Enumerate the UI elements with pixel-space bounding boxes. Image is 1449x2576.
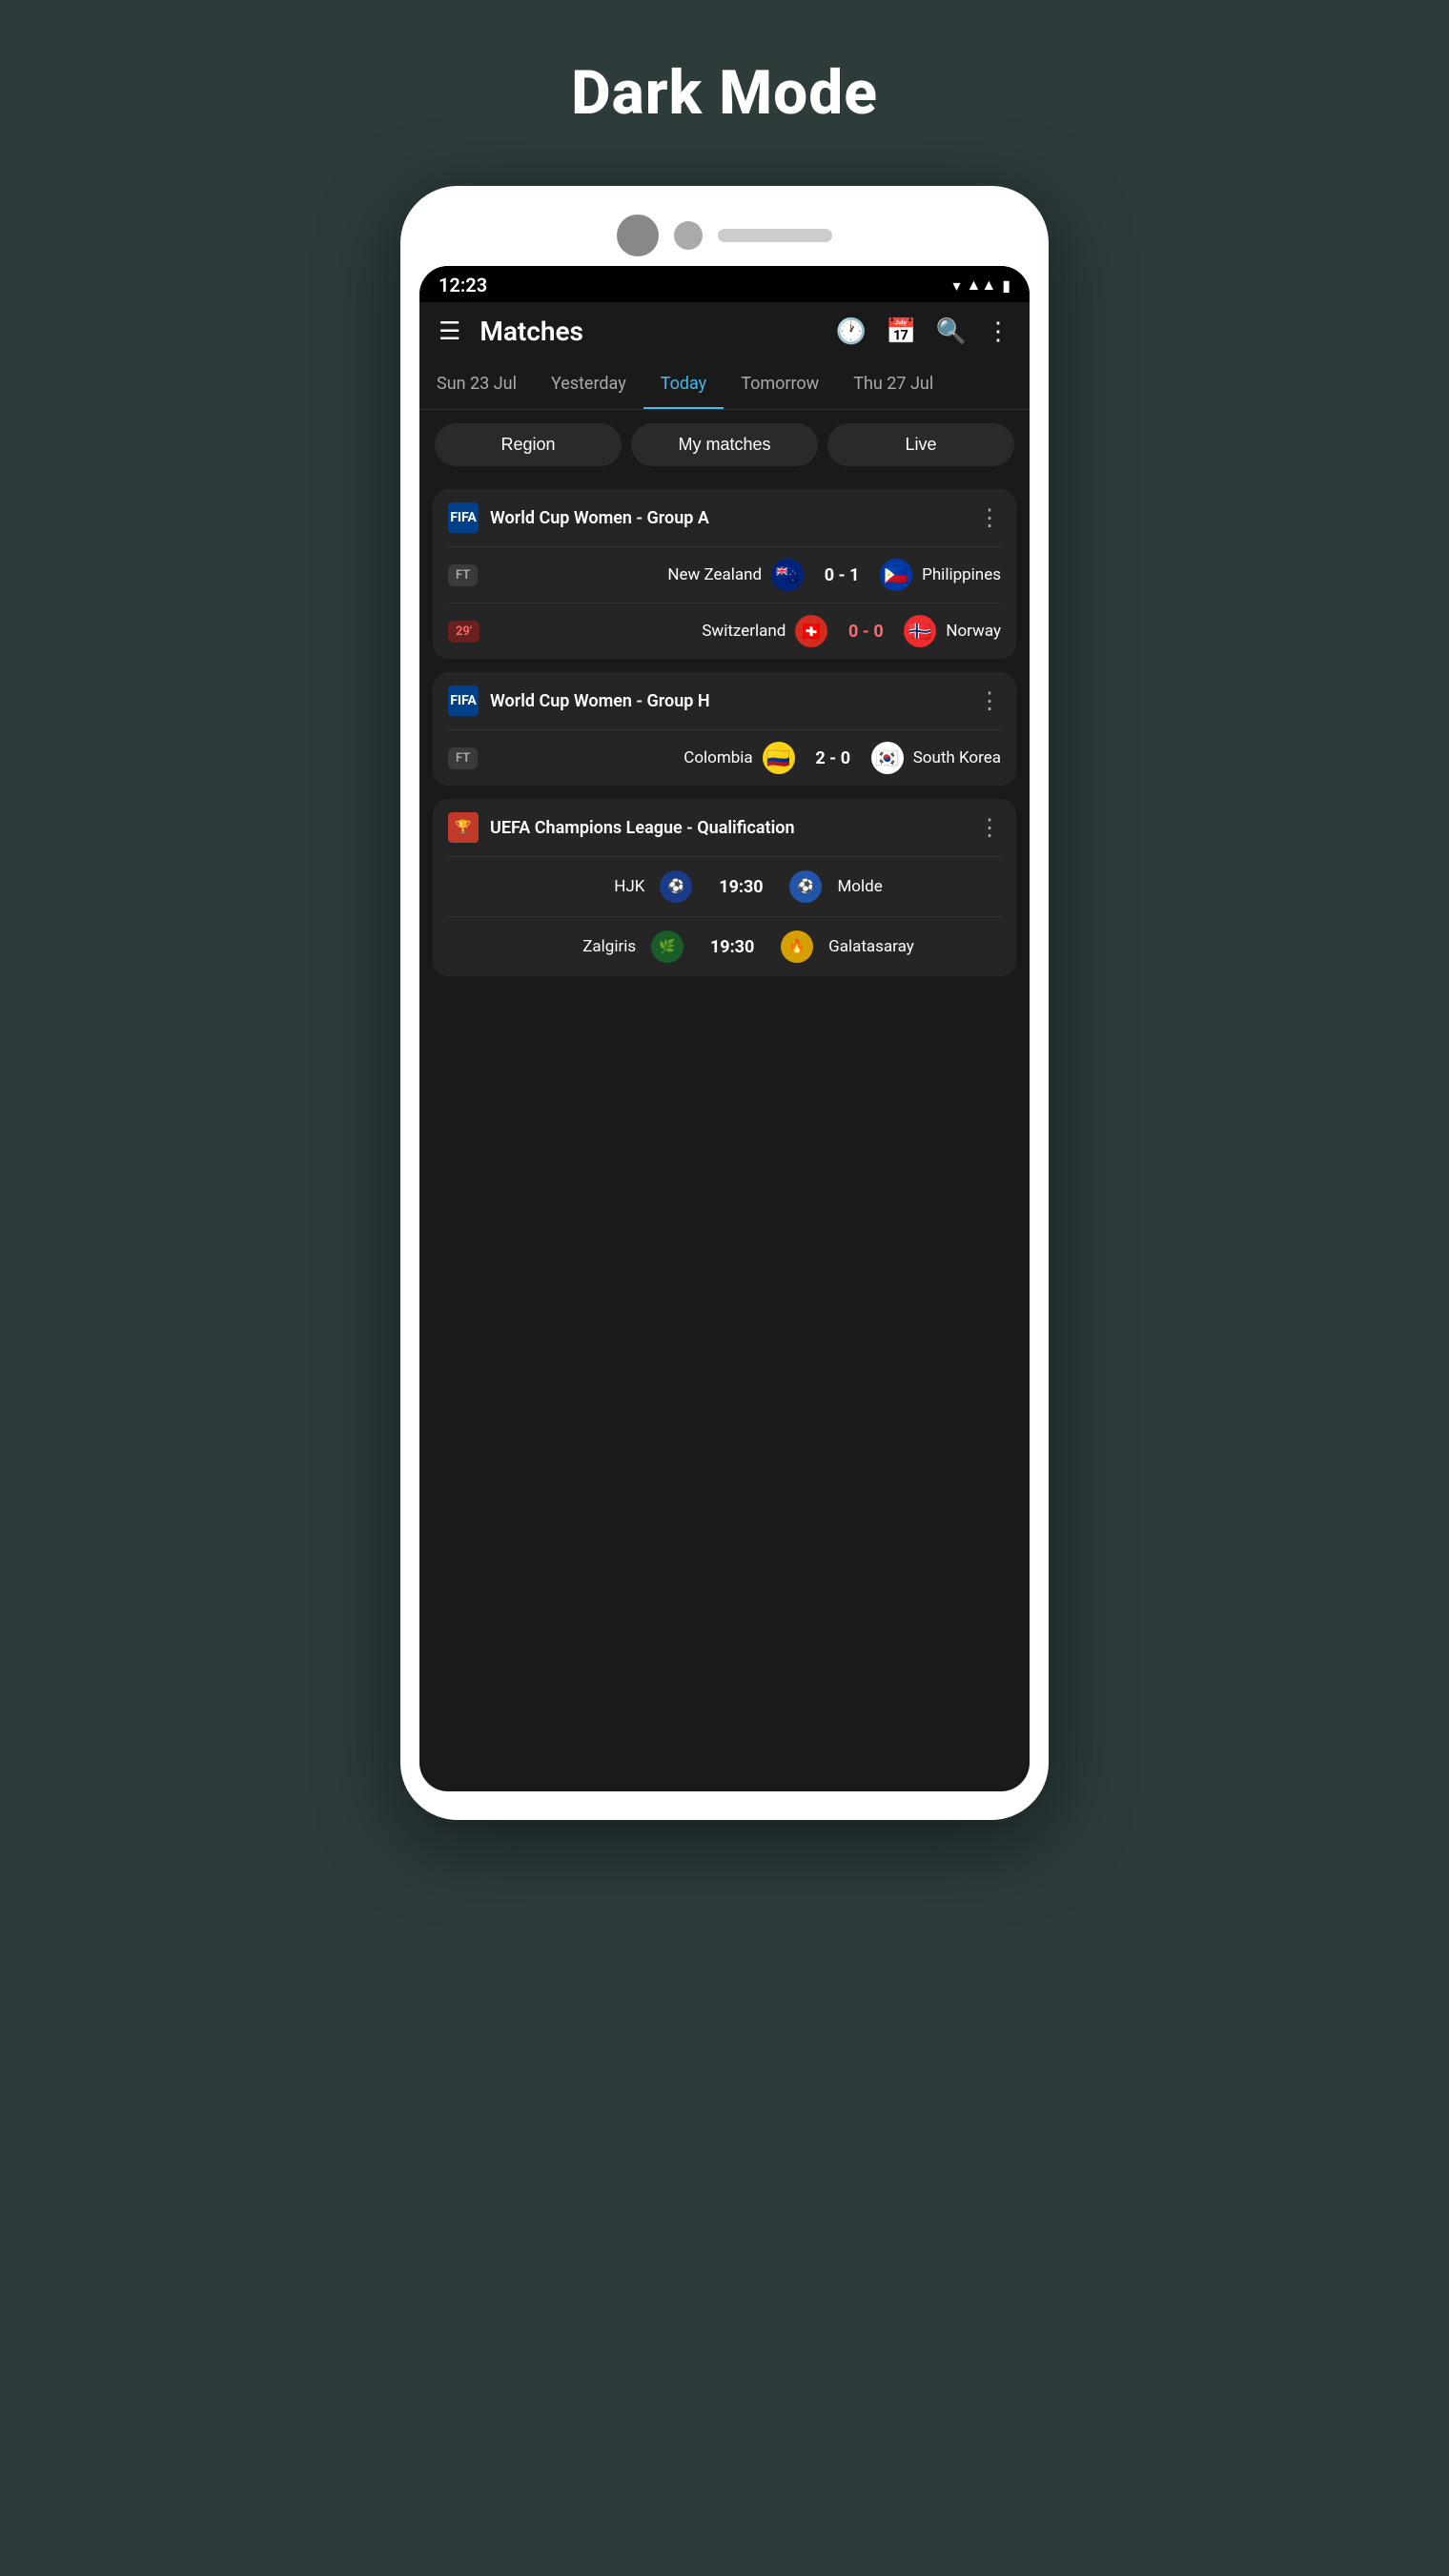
team-philippines: Philippines	[922, 565, 1001, 584]
score-nz-ph: 0 - 1	[813, 565, 870, 585]
team-molde: Molde	[837, 877, 882, 896]
flag-new-zealand: 🇳🇿	[771, 559, 804, 591]
match-group-world-cup-a: FIFA World Cup Women - Group A ⋮ FT New …	[433, 489, 1016, 659]
phone-frame: 12:23 ▾ ▲▲ ▮ ☰ Matches 🕐 📅 🔍 ⋮ Sun 23 Ju…	[400, 186, 1049, 1820]
logo-molde: ⚽	[789, 870, 822, 903]
team-colombia: Colombia	[684, 748, 752, 767]
group-h-more-icon[interactable]: ⋮	[978, 687, 1001, 714]
phone-top-bar	[419, 215, 1030, 256]
status-live-29: 29'	[448, 621, 480, 643]
logo-galatasaray: 🔥	[781, 930, 813, 963]
match-ch-no[interactable]: 29' Switzerland 🇨🇭 0 - 0 🇳🇴 Norway	[433, 603, 1016, 659]
logo-hjk: ⚽	[660, 870, 692, 903]
page-heading: Dark Mode	[571, 57, 878, 129]
flag-philippines: 🇵🇭	[880, 559, 912, 591]
flag-switzerland: 🇨🇭	[795, 615, 827, 647]
team-south-korea: South Korea	[913, 748, 1001, 767]
date-tabs: Sun 23 Jul Yesterday Today Tomorrow Thu …	[419, 360, 1030, 410]
calendar-icon[interactable]: 📅	[886, 317, 916, 346]
filter-bar: Region My matches Live	[419, 410, 1030, 480]
status-ft-2: FT	[448, 747, 478, 769]
app-title: Matches	[480, 316, 817, 347]
clock-icon[interactable]: 🕐	[836, 317, 867, 346]
league-name-h: World Cup Women - Group H	[490, 691, 967, 711]
team-norway: Norway	[946, 622, 1001, 641]
team-zalgiris: Zalgiris	[582, 937, 636, 956]
time-hjk-molde: 19:30	[707, 877, 774, 897]
match-hjk-molde[interactable]: HJK ⚽ 19:30 ⚽ Molde	[433, 857, 1016, 916]
status-bar: 12:23 ▾ ▲▲ ▮	[419, 266, 1030, 302]
group-ucl-more-icon[interactable]: ⋮	[978, 814, 1001, 841]
filter-region-button[interactable]: Region	[435, 423, 622, 466]
match-nz-ph[interactable]: FT New Zealand 🇳🇿 0 - 1 🇵🇭 Philippines	[433, 547, 1016, 603]
match-group-header-ucl: 🏆 UEFA Champions League - Qualification …	[433, 799, 1016, 856]
logo-zalgiris: 🌿	[651, 930, 684, 963]
tab-yesterday[interactable]: Yesterday	[534, 360, 643, 409]
team-galatasaray: Galatasaray	[828, 937, 914, 956]
filter-live-button[interactable]: Live	[827, 423, 1014, 466]
match-group-world-cup-h: FIFA World Cup Women - Group H ⋮ FT Colo…	[433, 672, 1016, 786]
search-icon[interactable]: 🔍	[936, 317, 967, 346]
flag-norway: 🇳🇴	[904, 615, 936, 647]
wifi-icon: ▾	[952, 276, 960, 295]
league-name-a: World Cup Women - Group A	[490, 508, 967, 528]
time-zalgiris-galatasaray: 19:30	[699, 937, 765, 957]
phone-screen: 12:23 ▾ ▲▲ ▮ ☰ Matches 🕐 📅 🔍 ⋮ Sun 23 Ju…	[419, 266, 1030, 1791]
more-icon[interactable]: ⋮	[986, 317, 1010, 346]
flag-south-korea: 🇰🇷	[871, 742, 904, 774]
menu-icon[interactable]: ☰	[439, 319, 460, 344]
tab-today[interactable]: Today	[643, 360, 724, 410]
match-zalgiris-galatasaray[interactable]: Zalgiris 🌿 19:30 🔥 Galatasaray	[433, 917, 1016, 976]
status-icons: ▾ ▲▲ ▮	[952, 276, 1010, 295]
score-co-kr: 2 - 0	[805, 748, 862, 768]
battery-icon: ▮	[1002, 276, 1010, 295]
phone-camera	[617, 215, 659, 256]
team-switzerland: Switzerland	[702, 622, 786, 641]
match-group-ucl: 🏆 UEFA Champions League - Qualification …	[433, 799, 1016, 976]
status-ft-1: FT	[448, 564, 478, 586]
fifa-logo-h: FIFA	[448, 685, 479, 716]
ucl-logo: 🏆	[448, 812, 479, 843]
flag-colombia: 🇨🇴	[763, 742, 795, 774]
tab-sun23jul[interactable]: Sun 23 Jul	[419, 360, 534, 409]
phone-speaker	[718, 229, 832, 242]
tab-tomorrow[interactable]: Tomorrow	[724, 360, 836, 409]
matches-container: FIFA World Cup Women - Group A ⋮ FT New …	[419, 480, 1030, 986]
status-time: 12:23	[439, 274, 487, 296]
team-hjk: HJK	[614, 877, 644, 896]
match-group-header-a: FIFA World Cup Women - Group A ⋮	[433, 489, 1016, 546]
app-bar-actions: 🕐 📅 🔍 ⋮	[836, 317, 1010, 346]
score-ch-no: 0 - 0	[837, 622, 894, 642]
phone-sensor	[674, 221, 703, 250]
group-a-more-icon[interactable]: ⋮	[978, 504, 1001, 531]
league-name-ucl: UEFA Champions League - Qualification	[490, 818, 967, 838]
team-new-zealand: New Zealand	[667, 565, 762, 584]
fifa-logo: FIFA	[448, 502, 479, 533]
tab-thu27jul[interactable]: Thu 27 Jul	[836, 360, 950, 409]
app-bar: ☰ Matches 🕐 📅 🔍 ⋮	[419, 302, 1030, 360]
match-group-header-h: FIFA World Cup Women - Group H ⋮	[433, 672, 1016, 729]
match-co-kr[interactable]: FT Colombia 🇨🇴 2 - 0 🇰🇷 South Korea	[433, 730, 1016, 786]
signal-icon: ▲▲	[967, 276, 997, 295]
filter-mymatches-button[interactable]: My matches	[631, 423, 818, 466]
